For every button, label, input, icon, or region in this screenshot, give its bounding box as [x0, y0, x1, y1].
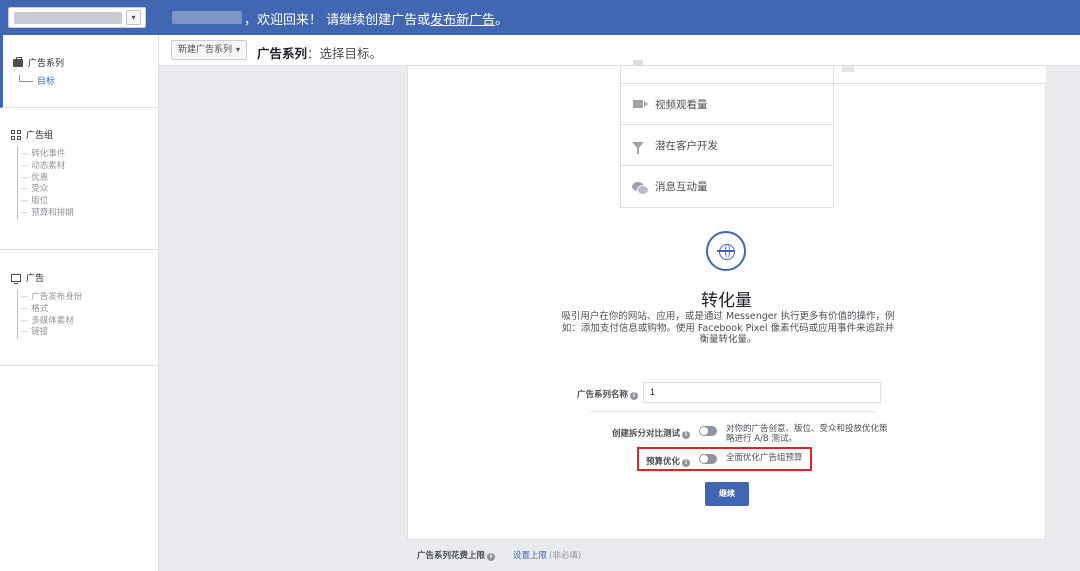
objective-list: 视频观看量 潜在客户开发 消息互动量	[620, 59, 834, 208]
info-icon[interactable]: i	[682, 459, 690, 467]
header-bar: 新建广告系列 ▾ 广告系列：选择目标。	[159, 35, 1080, 66]
sidebar-item-objective[interactable]: 目标	[19, 74, 55, 87]
sidebar-ad-items: 广告发布身份 格式 多媒体素材 链接	[20, 292, 82, 339]
funnel-icon	[630, 138, 646, 154]
split-test-label-text: 创建拆分对比测试	[611, 429, 680, 439]
objective-option-lead-generation[interactable]: 潜在客户开发	[621, 125, 833, 166]
sidebar-section-adset: 广告组 转化事件 动态素材 优惠 受众 版位 预算和排期	[0, 108, 158, 250]
objective-title: 转化量	[701, 291, 752, 311]
info-icon[interactable]: i	[487, 553, 496, 561]
create-campaign-button[interactable]: 新建广告系列 ▾	[171, 40, 248, 60]
continue-button[interactable]: 继续	[705, 482, 749, 506]
set-limit-link[interactable]: 设置上限	[513, 551, 547, 561]
chat-bubble-icon	[630, 180, 649, 195]
account-selector[interactable]: ▾	[8, 7, 146, 28]
sidebar-campaign-label: 广告系列	[28, 59, 65, 69]
sidebar-item-identity[interactable]: 广告发布身份	[20, 292, 82, 304]
objective-label: 视频观看量	[655, 98, 708, 111]
sidebar-item-placements[interactable]: 版位	[20, 196, 74, 208]
sidebar-header-adset[interactable]: 广告组	[11, 128, 53, 141]
welcome-text-end: 。	[495, 13, 509, 28]
objective-label: 潜在客户开发	[655, 139, 718, 152]
sidebar-section-ad: 广告 广告发布身份 格式 多媒体素材 链接	[0, 250, 158, 366]
sidebar-adset-items: 转化事件 动态素材 优惠 受众 版位 预算和排期	[20, 149, 74, 220]
sidebar-item-conversion-event[interactable]: 转化事件	[20, 149, 74, 161]
sidebar-item-dynamic-creative[interactable]: 动态素材	[20, 161, 74, 173]
sidebar-item-media[interactable]: 多媒体素材	[20, 316, 82, 328]
create-campaign-label: 新建广告系列	[178, 45, 233, 55]
sidebar-item-budget-schedule[interactable]: 预算和排期	[20, 208, 74, 220]
budget-optimization-label-text: 预算优化	[645, 457, 680, 467]
welcome-text: ，欢迎回来！ 请继续创建广告或	[244, 13, 431, 28]
sidebar: 广告系列 目标 广告组 转化事件 动态素材 优惠 受众 版位 预算和排期 广告 …	[0, 35, 159, 571]
objective-option-video-views[interactable]: 视频观看量	[621, 84, 833, 125]
sidebar-adset-label: 广告组	[26, 131, 54, 141]
spending-limit-label: 广告系列花费上限	[417, 551, 486, 561]
campaign-name-label: 广告系列名称 i	[556, 388, 638, 400]
account-name-redacted	[14, 12, 122, 24]
grid-icon	[11, 129, 21, 140]
info-icon[interactable]: i	[682, 431, 690, 439]
budget-optimization-toggle[interactable]	[699, 454, 717, 464]
cut-off-icon	[630, 56, 646, 70]
page-title: 广告系列：选择目标。	[257, 43, 382, 62]
split-test-label: 创建拆分对比测试 i	[586, 427, 690, 439]
budget-optimization-label: 预算优化 i	[616, 455, 690, 467]
page-title-sub: ：选择目标。	[307, 46, 383, 61]
tree-line	[17, 289, 18, 339]
divider	[590, 411, 875, 412]
tree-line	[17, 146, 18, 220]
split-test-description: 对你的广告创意、版位、受众和投放优化策略进行 A/B 测试。	[726, 424, 888, 444]
info-icon[interactable]: i	[630, 392, 638, 400]
spending-limit-row: 广告系列花费上限 i 设置上限 (非必填)	[417, 549, 581, 561]
objective-label: 消息互动量	[655, 181, 708, 193]
globe-icon-equator	[717, 250, 734, 252]
budget-optimization-description: 全面优化广告组预算	[726, 453, 803, 463]
sidebar-item-links[interactable]: 链接	[20, 327, 82, 339]
tree-connector	[19, 75, 33, 82]
sidebar-item-offer[interactable]: 优惠	[20, 173, 74, 185]
sidebar-header-ad[interactable]: 广告	[11, 271, 44, 284]
sidebar-item-format[interactable]: 格式	[20, 304, 82, 316]
optional-note: (非必填)	[549, 551, 582, 561]
top-bar: ▾ ，欢迎回来！ 请继续创建广告或发布新广告。	[0, 0, 1080, 35]
publish-new-ad-link[interactable]: 发布新广告	[430, 13, 495, 28]
objective-option-messages[interactable]: 消息互动量	[621, 166, 833, 207]
chevron-down-icon: ▾	[236, 45, 241, 54]
objective-description: 吸引用户在你的网站、应用，或是通过 Messenger 执行更多有价值的操作，例…	[561, 311, 895, 345]
sidebar-ad-label: 广告	[26, 274, 45, 284]
campaign-name-label-text: 广告系列名称	[576, 390, 628, 400]
chevron-down-icon[interactable]: ▾	[126, 10, 141, 25]
monitor-icon	[11, 273, 21, 284]
split-test-toggle[interactable]	[699, 426, 717, 436]
cut-off-icon	[842, 66, 854, 72]
welcome-banner: ，欢迎回来！ 请继续创建广告或发布新广告。	[244, 9, 508, 28]
sidebar-header-campaign[interactable]: 广告系列	[13, 56, 64, 69]
page-title-main: 广告系列	[257, 46, 308, 61]
sidebar-section-campaign[interactable]: 广告系列 目标	[0, 35, 158, 108]
objective-column-right	[833, 66, 1046, 84]
briefcase-icon	[13, 56, 23, 67]
campaign-name-input[interactable]: 1	[643, 382, 881, 403]
objective-option-cut-off[interactable]	[621, 42, 833, 84]
user-name-redacted	[172, 11, 242, 24]
sidebar-item-label: 目标	[37, 77, 56, 87]
video-icon	[630, 97, 648, 111]
sidebar-item-audience[interactable]: 受众	[20, 184, 74, 196]
